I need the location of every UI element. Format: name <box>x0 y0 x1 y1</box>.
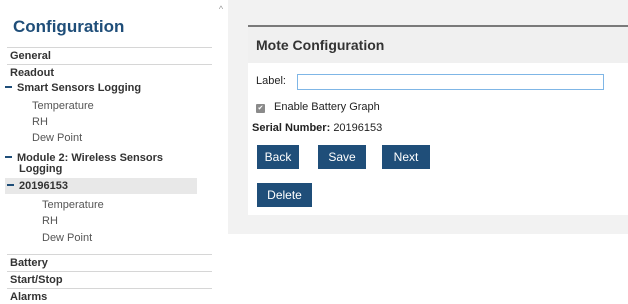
sidebar-item-smart-dewpoint[interactable]: Dew Point <box>32 132 82 144</box>
collapse-dash-icon <box>5 86 12 89</box>
label-input[interactable] <box>297 74 604 90</box>
panel-header: Mote Configuration <box>248 27 628 63</box>
sidebar-item-mote-temperature[interactable]: Temperature <box>42 199 104 211</box>
collapse-dash-icon <box>7 184 14 187</box>
collapse-dash-icon <box>5 156 12 159</box>
sidebar-item-mote-selected[interactable]: 20196153 <box>5 178 197 194</box>
sidebar-group-smart-sensors[interactable]: Smart Sensors Logging <box>5 83 141 94</box>
sidebar-group-label: Smart Sensors Logging <box>17 82 142 94</box>
app-window: Configuration General Readout Smart Sens… <box>0 0 628 304</box>
serial-number: Serial Number: 20196153 <box>252 122 382 134</box>
battery-graph-checkbox[interactable]: ✔ <box>256 104 265 113</box>
battery-graph-label: Enable Battery Graph <box>274 101 380 113</box>
back-button[interactable]: Back <box>257 145 299 169</box>
serial-number-value: 20196153 <box>333 122 383 134</box>
sidebar-item-mote-label: 20196153 <box>19 180 68 192</box>
sidebar-item-mote-dewpoint[interactable]: Dew Point <box>42 232 92 244</box>
sidebar-item-mote-rh[interactable]: RH <box>42 215 58 227</box>
sidebar-group-module2[interactable]: Module 2: Wireless Sensors Logging <box>5 153 163 175</box>
sidebar-item-smart-temperature[interactable]: Temperature <box>32 100 94 112</box>
mote-config-panel: Mote Configuration Label: ✔ Enable Batte… <box>248 25 628 215</box>
delete-button[interactable]: Delete <box>257 183 312 207</box>
page-title: Mote Configuration <box>256 37 385 53</box>
label-field-label: Label: <box>256 75 286 87</box>
next-button[interactable]: Next <box>382 145 430 169</box>
scroll-up-arrow-icon[interactable]: ^ <box>216 4 226 14</box>
sidebar-item-readout[interactable]: Readout <box>7 64 212 80</box>
sidebar: Configuration General Readout Smart Sens… <box>0 0 214 304</box>
sidebar-group-label-line2: Logging <box>19 163 63 175</box>
sidebar-item-general[interactable]: General <box>7 47 212 63</box>
serial-number-label: Serial Number: <box>252 122 331 134</box>
sidebar-item-smart-rh[interactable]: RH <box>32 116 48 128</box>
sidebar-title: Configuration <box>13 17 125 36</box>
save-button[interactable]: Save <box>318 145 366 169</box>
sidebar-item-startstop[interactable]: Start/Stop <box>7 271 212 287</box>
sidebar-item-alarms[interactable]: Alarms <box>7 288 212 304</box>
sidebar-item-battery[interactable]: Battery <box>7 254 212 270</box>
